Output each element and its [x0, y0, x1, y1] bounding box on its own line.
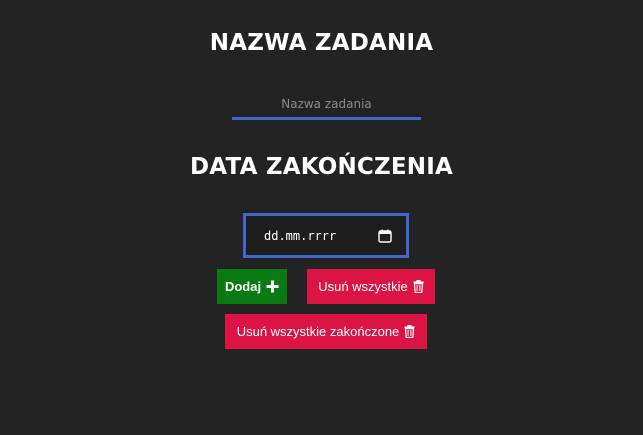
add-task-button[interactable]: Dodaj [217, 269, 287, 304]
task-name-heading: NAZWA ZADANIA [209, 30, 434, 56]
task-name-input[interactable] [232, 90, 421, 120]
add-button-label: Dodaj [224, 279, 262, 294]
due-date-input[interactable]: dd.mm.rrrr [243, 213, 409, 258]
remove-completed-button[interactable]: Usuń wszystkie zakończone [225, 314, 427, 349]
todo-form-page: NAZWA ZADANIA DATA ZAKOŃCZENIA dd.mm.rrr… [0, 0, 643, 435]
due-date-heading: DATA ZAKOŃCZENIA [190, 154, 453, 180]
remove-completed-label: Usuń wszystkie zakończone [236, 324, 400, 339]
calendar-icon[interactable] [378, 229, 392, 243]
trash-icon [404, 325, 415, 338]
remove-all-button[interactable]: Usuń wszystkie [307, 269, 435, 304]
plus-icon [266, 280, 279, 293]
remove-all-label: Usuń wszystkie [318, 279, 408, 294]
trash-icon [413, 280, 424, 293]
date-placeholder: dd.mm.rrrr [264, 229, 337, 243]
